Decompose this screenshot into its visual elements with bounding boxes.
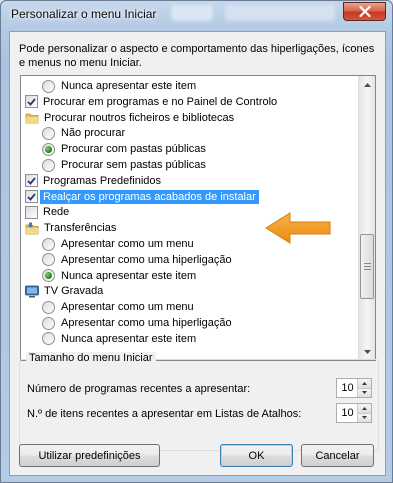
scroll-up-button[interactable] — [359, 76, 375, 93]
radio-selected[interactable] — [42, 142, 55, 156]
option-label: Realçar os programas acabados de instala… — [40, 189, 259, 204]
radio-option[interactable]: Não procurar — [21, 125, 360, 141]
radio-option[interactable]: Procurar sem pastas públicas — [21, 157, 360, 173]
option-label: Apresentar como uma hiperligação — [61, 253, 232, 266]
checkbox-unchecked[interactable] — [25, 205, 38, 219]
ok-label: OK — [248, 449, 265, 462]
radio-unselected[interactable] — [42, 158, 55, 172]
option-label: Apresentar como um menu — [61, 238, 194, 250]
start-menu-size-group: Tamanho do menu Iniciar Número de progra… — [19, 352, 379, 451]
option-label: Apresentar como um menu — [61, 301, 194, 314]
downloads-folder-icon — [25, 222, 39, 235]
scroll-down-button[interactable] — [359, 343, 375, 360]
title-bar[interactable]: Personalizar o menu Iniciar — [1, 1, 392, 31]
checkbox-checked[interactable] — [25, 190, 38, 204]
recent-programs-label: Número de programas recentes a apresenta… — [27, 383, 251, 395]
folder-icon — [25, 113, 39, 124]
dialog-window: Personalizar o menu Iniciar Pode persona… — [0, 0, 393, 483]
arrow-up-icon — [362, 406, 367, 410]
option-label: Nunca apresentar este item — [61, 80, 197, 92]
option-label: Nunca apresentar este item — [61, 332, 197, 345]
radio-dot — [45, 145, 52, 153]
radio-option[interactable]: Nunca apresentar este item — [21, 78, 360, 94]
dialog-client-area: Pode personalizar o aspecto e comportame… — [9, 31, 386, 476]
window-title: Personalizar o menu Iniciar — [11, 7, 157, 21]
checkmark-icon — [27, 98, 36, 106]
close-icon — [358, 6, 371, 17]
thumb-grip-line — [364, 263, 371, 264]
checkbox-option[interactable]: Programas Predefinidos — [21, 173, 360, 189]
dialog-description: Pode personalizar o aspecto e comportame… — [19, 43, 375, 69]
cancel-button[interactable]: Cancelar — [301, 444, 374, 467]
radio-unselected[interactable] — [42, 253, 55, 267]
thumb-grip-line — [364, 269, 371, 270]
arrow-down-icon — [362, 391, 367, 395]
close-button[interactable] — [343, 2, 386, 21]
checkbox-option[interactable]: Realçar os programas acabados de instala… — [21, 189, 360, 205]
annotation-arrow-icon — [265, 212, 331, 244]
radio-option[interactable]: Apresentar como um menu — [21, 299, 360, 315]
option-label: Procurar em programas e no Painel de Con… — [43, 95, 278, 108]
arrow-down-icon — [362, 416, 367, 420]
jump-list-items-stepper[interactable]: 10 — [336, 403, 372, 423]
stepper-buttons — [357, 404, 371, 422]
chevron-up-icon — [363, 82, 371, 87]
option-label: Procurar com pastas públicas — [61, 143, 206, 156]
recent-programs-stepper[interactable]: 10 — [336, 378, 372, 398]
radio-option[interactable]: Nunca apresentar este item — [21, 268, 360, 284]
group-title: Tamanho do menu Iniciar — [26, 352, 156, 364]
ok-button[interactable]: OK — [220, 444, 293, 467]
checkmark-icon — [27, 193, 36, 201]
increment-button[interactable] — [357, 379, 371, 388]
thumb-grip-line — [364, 266, 371, 267]
radio-option[interactable]: Nunca apresentar este item — [21, 331, 360, 347]
scroll-thumb[interactable] — [360, 234, 374, 299]
option-label: TV Gravada — [44, 285, 104, 298]
option-label: Procurar sem pastas públicas — [61, 159, 206, 171]
radio-option[interactable]: Apresentar como uma hiperligação — [21, 315, 360, 331]
category-header[interactable]: Procurar noutros ficheiros e bibliotecas — [21, 110, 360, 126]
checkbox-checked[interactable] — [25, 95, 38, 109]
jump-list-items-value[interactable]: 10 — [337, 407, 358, 419]
decrement-button[interactable] — [357, 412, 371, 422]
decrement-button[interactable] — [357, 387, 371, 397]
option-label: Não procurar — [61, 127, 126, 140]
use-defaults-label: Utilizar predefinições — [38, 449, 141, 462]
increment-button[interactable] — [357, 404, 371, 413]
radio-unselected[interactable] — [42, 237, 55, 251]
option-label: Rede — [43, 206, 70, 219]
jump-list-items-label: N.º de itens recentes a apresentar em Li… — [27, 408, 302, 420]
use-defaults-button[interactable]: Utilizar predefinições — [19, 444, 160, 467]
list-scrollbar[interactable] — [358, 76, 375, 360]
background-glass-decoration — [161, 1, 361, 27]
option-label: Nunca apresentar este item — [61, 269, 197, 282]
stepper-buttons — [357, 379, 371, 397]
radio-unselected[interactable] — [42, 332, 55, 346]
checkbox-checked[interactable] — [25, 174, 38, 188]
blurred-background-graphic — [171, 5, 335, 21]
chevron-down-icon — [363, 349, 371, 354]
radio-selected[interactable] — [42, 269, 55, 283]
arrow-up-icon — [362, 381, 367, 385]
radio-unselected[interactable] — [42, 300, 55, 314]
radio-unselected[interactable] — [42, 126, 55, 140]
option-label: Transferências — [44, 222, 117, 235]
checkbox-option[interactable]: Procurar em programas e no Painel de Con… — [21, 94, 360, 110]
option-label: Programas Predefinidos — [43, 174, 162, 187]
checkmark-icon — [27, 177, 36, 185]
radio-unselected[interactable] — [42, 316, 55, 330]
radio-option[interactable]: Procurar com pastas públicas — [21, 141, 360, 157]
category-header[interactable]: TV Gravada — [21, 283, 360, 299]
cancel-label: Cancelar — [315, 449, 360, 462]
radio-unselected[interactable] — [42, 79, 55, 93]
option-label: Apresentar como uma hiperligação — [61, 317, 232, 329]
recent-programs-value[interactable]: 10 — [337, 382, 358, 394]
radio-option[interactable]: Apresentar como uma hiperligação — [21, 252, 360, 268]
radio-dot — [45, 272, 52, 280]
option-label: Procurar noutros ficheiros e bibliotecas — [44, 111, 235, 124]
tv-icon — [25, 285, 39, 298]
